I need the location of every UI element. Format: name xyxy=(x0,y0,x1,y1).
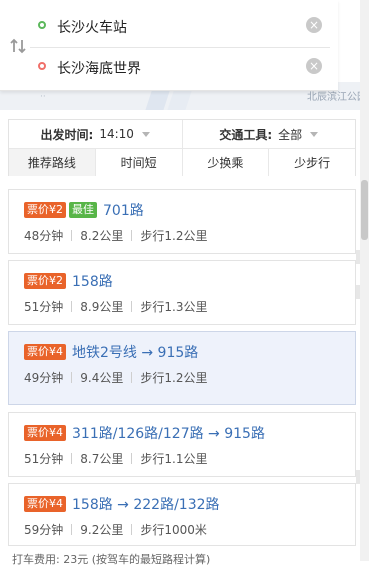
depart-time-dropdown[interactable]: 出发时间: 14:10 xyxy=(9,120,182,148)
side-control[interactable] xyxy=(356,470,360,484)
route-meta: 51分钟 8.7公里 步行1.1公里 xyxy=(24,450,207,467)
start-point-icon xyxy=(38,21,46,29)
start-point-input[interactable]: 长沙火车站 xyxy=(57,17,127,37)
start-point-field[interactable]: 长沙火车站 × xyxy=(30,7,330,48)
route-line-link[interactable]: 地铁2号线 → 915路 xyxy=(72,342,198,362)
route-walk: 步行1.3公里 xyxy=(140,300,208,314)
end-point-field[interactable]: 长沙海底世界 × xyxy=(30,48,330,88)
route-distance: 8.9公里 xyxy=(80,300,124,314)
route-duration: 48分钟 xyxy=(24,229,64,243)
tab-fewest-transfers[interactable]: 少换乘 xyxy=(181,149,269,176)
route-meta: 59分钟 9.2公里 步行1000米 xyxy=(24,521,207,538)
route-walk: 步行1.2公里 xyxy=(140,371,208,385)
route-line-link[interactable]: 158路 xyxy=(72,271,113,291)
tab-least-walking[interactable]: 少步行 xyxy=(268,149,355,176)
chevron-down-icon xyxy=(141,131,150,137)
route-distance: 9.4公里 xyxy=(80,371,124,385)
route-title: 票价¥2 158路 xyxy=(24,271,113,291)
route-sort-tabs: 推荐路线 时间短 少换乘 少步行 xyxy=(9,149,355,176)
divider xyxy=(71,524,73,535)
clear-end-icon[interactable]: × xyxy=(306,58,322,74)
clear-start-icon[interactable]: × xyxy=(306,17,322,33)
route-option-1[interactable]: 票价¥2 最佳 701路 48分钟 8.2公里 步行1.2公里 xyxy=(8,189,356,254)
route-meta: 49分钟 9.4公里 步行1.2公里 xyxy=(24,369,207,386)
transport-label: 交通工具: xyxy=(219,127,273,142)
divider xyxy=(71,453,73,464)
route-title: 票价¥2 最佳 701路 xyxy=(24,200,144,220)
route-title: 票价¥4 地铁2号线 → 915路 xyxy=(24,342,198,362)
divider xyxy=(71,230,73,241)
route-filter-panel: 出发时间: 14:10 交通工具: 全部 推荐路线 时间短 少换乘 少步行 xyxy=(8,119,356,176)
divider xyxy=(71,301,73,312)
fare-badge: 票价¥4 xyxy=(24,496,66,512)
fare-badge: 票价¥4 xyxy=(24,425,66,441)
fare-badge: 票价¥4 xyxy=(24,344,66,360)
route-option-5[interactable]: 票价¥4 158路 → 222路/132路 59分钟 9.2公里 步行1000米 xyxy=(8,483,356,546)
divider xyxy=(131,372,133,383)
fare-badge: 票价¥2 xyxy=(24,273,66,289)
transport-value: 全部 xyxy=(278,127,303,142)
taxi-fare-note: 打车费用: 23元 (按驾车的最短路程计算) xyxy=(12,553,211,566)
route-line-link[interactable]: 701路 xyxy=(103,200,144,220)
end-point-input[interactable]: 长沙海底世界 xyxy=(57,58,141,78)
scrollbar[interactable] xyxy=(360,0,369,561)
route-duration: 51分钟 xyxy=(24,452,64,466)
chevron-down-icon xyxy=(310,131,319,137)
route-meta: 51分钟 8.9公里 步行1.3公里 xyxy=(24,298,207,315)
side-control[interactable] xyxy=(356,250,360,264)
route-walk: 步行1.1公里 xyxy=(140,452,208,466)
divider xyxy=(71,372,73,383)
route-walk: 步行1.2公里 xyxy=(140,229,208,243)
route-duration: 59分钟 xyxy=(24,523,64,537)
route-option-4[interactable]: 票价¥4 311路/126路/127路 → 915路 51分钟 8.7公里 步行… xyxy=(8,412,356,477)
scrollbar-thumb[interactable] xyxy=(361,180,368,240)
divider xyxy=(131,301,133,312)
depart-time-value: 14:10 xyxy=(99,127,134,141)
divider xyxy=(131,524,133,535)
route-line-link[interactable]: 158路 → 222路/132路 xyxy=(72,494,220,514)
tab-shortest-time[interactable]: 时间短 xyxy=(94,149,182,176)
map-label: ·· xyxy=(40,92,46,102)
swap-direction-icon[interactable] xyxy=(8,36,28,56)
route-option-2[interactable]: 票价¥2 158路 51分钟 8.9公里 步行1.3公里 xyxy=(8,260,356,325)
route-line-link[interactable]: 311路/126路/127路 → 915路 xyxy=(72,423,265,443)
divider xyxy=(131,230,133,241)
route-option-3[interactable]: 票价¥4 地铁2号线 → 915路 49分钟 9.4公里 步行1.2公里 xyxy=(8,331,356,405)
route-distance: 8.2公里 xyxy=(80,229,124,243)
fare-badge: 票价¥2 xyxy=(24,202,66,218)
side-control[interactable] xyxy=(356,285,360,299)
route-duration: 51分钟 xyxy=(24,300,64,314)
route-distance: 9.2公里 xyxy=(80,523,124,537)
best-badge: 最佳 xyxy=(69,202,97,218)
route-walk: 步行1000米 xyxy=(140,523,207,537)
end-point-icon xyxy=(38,62,46,70)
transport-dropdown[interactable]: 交通工具: 全部 xyxy=(181,120,356,148)
depart-time-label: 出发时间: xyxy=(40,127,94,142)
filter-row: 出发时间: 14:10 交通工具: 全部 xyxy=(9,120,355,149)
route-distance: 8.7公里 xyxy=(80,452,124,466)
route-search-card: 长沙火车站 × 长沙海底世界 × xyxy=(0,0,338,91)
route-duration: 49分钟 xyxy=(24,371,64,385)
tab-recommended[interactable]: 推荐路线 xyxy=(9,149,95,176)
route-title: 票价¥4 311路/126路/127路 → 915路 xyxy=(24,423,265,443)
route-meta: 48分钟 8.2公里 步行1.2公里 xyxy=(24,227,207,244)
route-title: 票价¥4 158路 → 222路/132路 xyxy=(24,494,220,514)
divider xyxy=(131,453,133,464)
